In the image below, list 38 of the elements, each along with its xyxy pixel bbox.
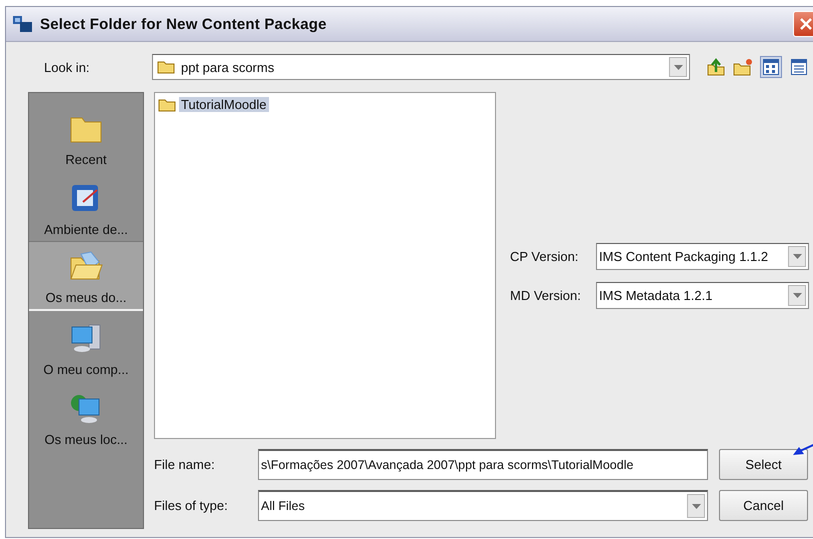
caret-icon bbox=[674, 64, 682, 70]
caret-icon bbox=[692, 504, 700, 508]
open-folder-icon bbox=[69, 250, 103, 282]
look-in-dropdown[interactable]: ppt para scorms bbox=[152, 54, 690, 80]
new-folder-icon[interactable] bbox=[732, 57, 754, 77]
version-dropdown[interactable]: IMS Content Packaging 1.1.2 bbox=[596, 242, 809, 270]
place-item[interactable]: Ambiente de... bbox=[29, 171, 143, 241]
caret-icon bbox=[792, 254, 802, 258]
folder-icon bbox=[158, 98, 176, 112]
dropdown-button[interactable] bbox=[788, 284, 806, 306]
computer-icon bbox=[69, 322, 103, 354]
caret-icon bbox=[792, 292, 802, 298]
dropdown-button[interactable] bbox=[788, 246, 806, 266]
file-name-label: File name: bbox=[154, 457, 216, 472]
place-item[interactable]: Recent bbox=[29, 101, 143, 171]
close-button[interactable] bbox=[793, 11, 813, 37]
file-type-dropdown[interactable]: All Files bbox=[258, 490, 708, 521]
details-view-button[interactable] bbox=[788, 56, 810, 78]
file-type-label: Files of type: bbox=[154, 498, 229, 513]
annotation-arrow bbox=[792, 441, 813, 457]
place-item[interactable]: Os meus loc... bbox=[29, 381, 143, 451]
close-icon bbox=[799, 17, 813, 31]
select-button[interactable]: Select bbox=[719, 449, 808, 480]
look-in-label: Look in: bbox=[43, 60, 91, 74]
dropdown-button[interactable] bbox=[669, 57, 687, 77]
file-name-field[interactable]: s\Formações 2007\Avançada 2007\ppt para scorms\TutorialMoodle bbox=[258, 449, 708, 480]
cancel-button[interactable]: Cancel bbox=[719, 490, 808, 521]
up-folder-icon[interactable] bbox=[706, 57, 726, 77]
place-item[interactable]: Os meus do... bbox=[29, 241, 143, 311]
option-label: CP Version: bbox=[510, 248, 580, 264]
dropdown-button[interactable] bbox=[687, 494, 705, 518]
version-dropdown[interactable]: IMS Metadata 1.2.1 bbox=[596, 282, 809, 308]
list-view-button[interactable] bbox=[760, 56, 782, 78]
window-title: Select Folder for New Content Package bbox=[40, 16, 328, 32]
folder-icon bbox=[157, 60, 175, 74]
app-icon bbox=[12, 15, 34, 33]
option-label: MD Version: bbox=[510, 288, 582, 302]
place-item[interactable]: O meu comp... bbox=[29, 311, 143, 381]
